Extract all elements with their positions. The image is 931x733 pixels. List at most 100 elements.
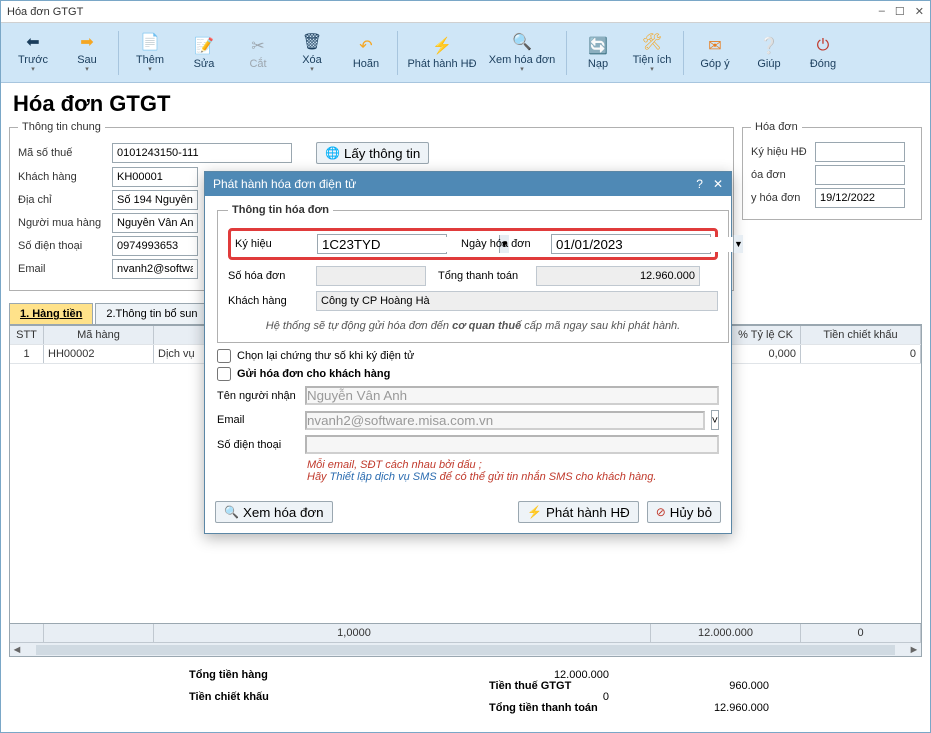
view-invoice-button[interactable]: 🔍Xem hóa đơn▾ xyxy=(483,27,561,79)
modal-cancel-button[interactable]: ⊘Hủy bỏ xyxy=(647,501,721,523)
doc-edit-icon: 📝 xyxy=(194,36,214,56)
prev-button[interactable]: ⬅Trước▾ xyxy=(7,27,59,79)
titlebar: Hóa đơn GTGT – ☐ ✕ xyxy=(1,1,930,23)
footer-amount: 12.000.000 xyxy=(651,624,801,642)
edit-button[interactable]: 📝Sửa xyxy=(178,27,230,79)
recv-label: Tên người nhận xyxy=(217,390,299,402)
col-code[interactable]: Mã hàng xyxy=(44,326,154,344)
page-title: Hóa đơn GTGT xyxy=(1,83,930,121)
window-title: Hóa đơn GTGT xyxy=(7,6,879,18)
highlighted-row: Ký hiệu ▼ Ngày hóa đơn ▼ xyxy=(228,228,718,260)
chk2-label: Gửi hóa đơn cho khách hàng xyxy=(237,368,390,380)
cut-icon: ✂ xyxy=(248,36,268,56)
undo-button[interactable]: ↶Hoãn xyxy=(340,27,392,79)
undo-icon: ↶ xyxy=(356,36,376,56)
h-scrollbar[interactable]: ◄ ► xyxy=(10,642,921,656)
modal-sym-combo[interactable]: ▼ xyxy=(317,234,447,254)
goods-total-label: Tổng tiền hàng xyxy=(189,669,489,681)
customer-input[interactable] xyxy=(112,167,198,187)
add-button[interactable]: 📄Thêm▾ xyxy=(124,27,176,79)
footer-qty: 1,0000 xyxy=(154,624,651,642)
address-label: Địa chỉ xyxy=(18,194,108,206)
recv-input[interactable] xyxy=(305,386,719,405)
utility-button[interactable]: 🛠Tiện ích▾ xyxy=(626,27,678,79)
col-rate[interactable]: % Tỷ lệ CK xyxy=(731,326,801,344)
customer-label: Khách hàng xyxy=(18,171,108,183)
feedback-button[interactable]: ✉Góp ý xyxy=(689,27,741,79)
dialog-help-icon[interactable]: ? xyxy=(696,177,703,191)
checkbox-reselect-cert[interactable] xyxy=(217,349,231,363)
grand-total-label: Tổng tiền thanh toán xyxy=(489,702,649,714)
inv-no-input[interactable] xyxy=(815,165,905,185)
modal-no-label: Số hóa đơn xyxy=(228,270,310,282)
col-disc[interactable]: Tiền chiết khấu xyxy=(801,326,921,344)
modal-no-value xyxy=(316,266,426,286)
modal-date-input[interactable] xyxy=(556,237,733,252)
modal-view-button[interactable]: 🔍Xem hóa đơn xyxy=(215,501,333,523)
tax-input[interactable] xyxy=(112,143,292,163)
chevron-down-icon[interactable]: ▼ xyxy=(733,235,743,253)
modal-phone-input[interactable] xyxy=(305,435,719,454)
power-icon: ⏻ xyxy=(813,36,833,56)
tax-label: Mã số thuế xyxy=(18,147,108,159)
disc-total-label: Tiền chiết khấu xyxy=(189,691,489,703)
cut-button: ✂Cắt xyxy=(232,27,284,79)
phone-input[interactable] xyxy=(112,236,198,256)
inv-sym-input[interactable] xyxy=(815,142,905,162)
inv-date-input[interactable] xyxy=(815,188,905,208)
next-button[interactable]: ➡Sau▾ xyxy=(61,27,113,79)
doc-plus-icon: 📄 xyxy=(140,32,160,52)
close-window-icon[interactable]: ✕ xyxy=(915,5,924,18)
dialog-close-icon[interactable]: ✕ xyxy=(713,177,723,191)
inv-date-label: y hóa đơn xyxy=(751,192,811,204)
note-sms: Hãy Thiết lập dịch vụ SMS để có thể gửi … xyxy=(307,471,719,483)
delete-button[interactable]: 🗑Xóa▾ xyxy=(286,27,338,79)
arrow-left-icon: ⬅ xyxy=(23,32,43,52)
tax-total-label: Tiền thuế GTGT xyxy=(489,680,649,692)
invoice-legend: Hóa đơn xyxy=(751,121,802,133)
scroll-left-icon[interactable]: ◄ xyxy=(10,644,24,656)
globe-icon: 🌐 xyxy=(325,146,340,160)
chk1-label: Chọn lại chứng thư số khi ký điện tử xyxy=(237,350,414,362)
tab-extra[interactable]: 2.Thông tin bổ sun xyxy=(95,303,208,324)
tab-goods[interactable]: 1. Hàng tiền xyxy=(9,303,93,324)
lightning-icon: ⚡ xyxy=(432,36,452,56)
email-input[interactable] xyxy=(112,259,198,279)
email-label: Email xyxy=(18,263,108,275)
help-button[interactable]: ❔Giúp xyxy=(743,27,795,79)
modal-invoice-group: Thông tin hóa đơn Ký hiệu ▼ Ngày hóa đơn… xyxy=(217,204,729,343)
buyer-label: Người mua hàng xyxy=(18,217,108,229)
checkbox-send-customer[interactable] xyxy=(217,367,231,381)
modal-hint: Hệ thống sẽ tự động gửi hóa đơn đến cơ q… xyxy=(228,316,718,334)
modal-cust-value: Công ty CP Hoàng Hà xyxy=(316,291,718,311)
modal-issue-button[interactable]: ⚡Phát hành HĐ xyxy=(518,501,639,523)
arrow-right-icon: ➡ xyxy=(77,32,97,52)
issue-invoice-button[interactable]: ⚡Phát hành HĐ xyxy=(403,27,481,79)
close-button[interactable]: ⏻Đóng xyxy=(797,27,849,79)
doc-search-icon: 🔍 xyxy=(224,505,239,519)
inv-no-label: óa đơn xyxy=(751,169,811,181)
modal-sum-value: 12.960.000 xyxy=(536,266,700,286)
footer-disc: 0 xyxy=(801,624,921,642)
minimize-icon[interactable]: – xyxy=(879,5,885,18)
maximize-icon[interactable]: ☐ xyxy=(895,5,905,18)
address-input[interactable] xyxy=(112,190,198,210)
invoice-info-group: Hóa đơn Ký hiệu HĐ óa đơn y hóa đơn xyxy=(742,121,922,220)
sms-setup-link[interactable]: Thiết lập dịch vụ SMS xyxy=(330,471,437,483)
lookup-button[interactable]: 🌐Lấy thông tin xyxy=(316,142,429,164)
col-stt[interactable]: STT xyxy=(10,326,44,344)
refresh-icon: 🔄 xyxy=(588,36,608,56)
main-toolbar: ⬅Trước▾ ➡Sau▾ 📄Thêm▾ 📝Sửa ✂Cắt 🗑Xóa▾ ↶Ho… xyxy=(1,23,930,83)
inv-sym-label: Ký hiệu HĐ xyxy=(751,146,811,158)
reload-button[interactable]: 🔄Nạp xyxy=(572,27,624,79)
dialog-title: Phát hành hóa đơn điện tử xyxy=(213,177,686,191)
chevron-down-icon[interactable]: ˅ xyxy=(711,410,719,430)
scroll-right-icon[interactable]: ► xyxy=(907,644,921,656)
lightning-icon: ⚡ xyxy=(527,505,542,519)
modal-date-label: Ngày hóa đơn xyxy=(461,238,545,250)
modal-email-input[interactable] xyxy=(305,411,705,430)
modal-cust-label: Khách hàng xyxy=(228,295,310,307)
buyer-input[interactable] xyxy=(112,213,198,233)
modal-email-label: Email xyxy=(217,414,299,426)
modal-date-combo[interactable]: ▼ xyxy=(551,234,711,254)
